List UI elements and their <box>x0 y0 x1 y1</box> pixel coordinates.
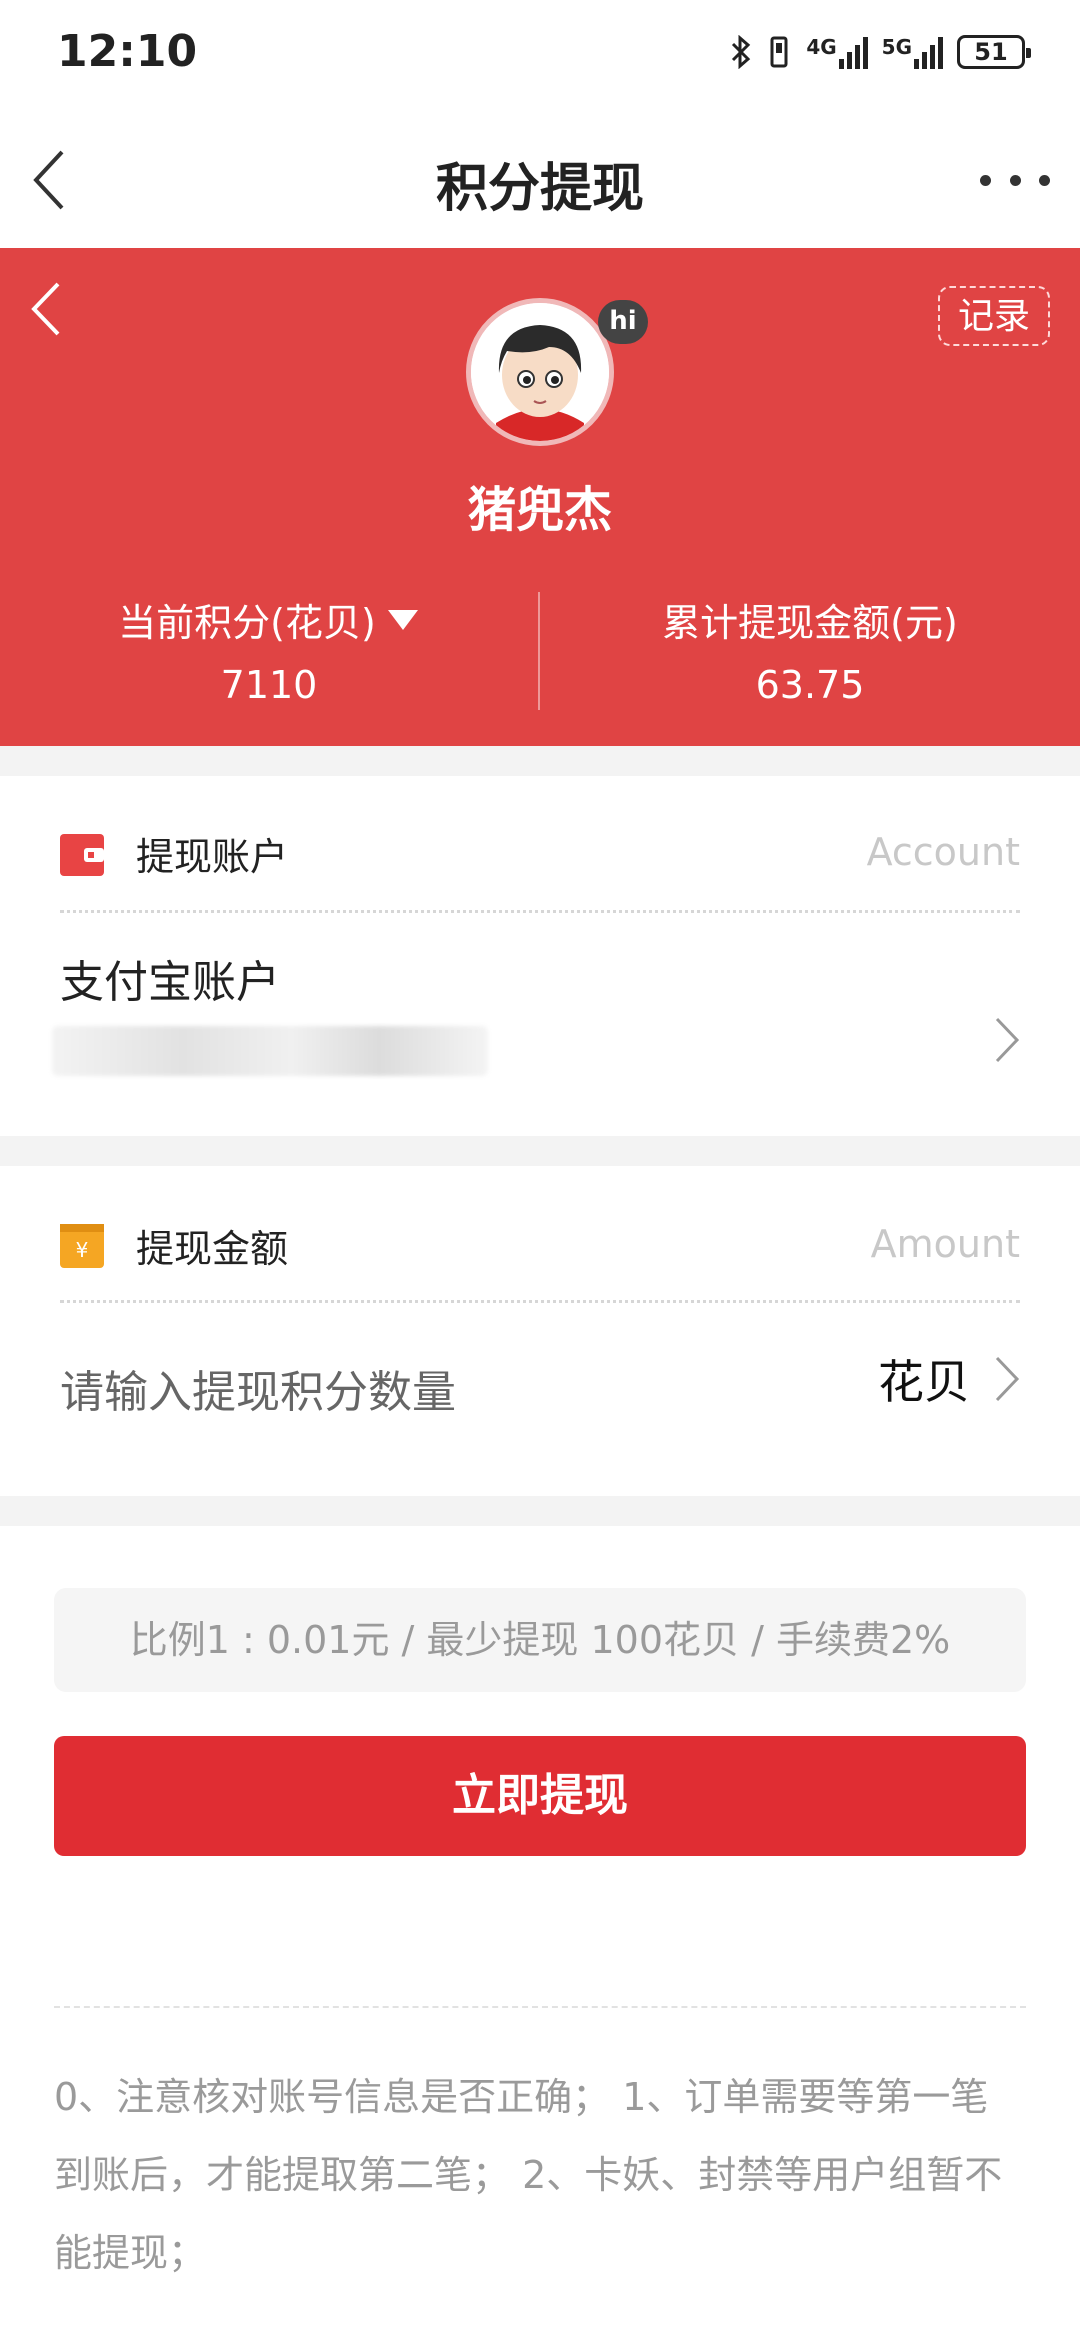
withdraw-button[interactable]: 立即提现 <box>54 1736 1026 1856</box>
current-points-label: 当前积分(花贝) <box>118 601 376 645</box>
account-section: 提现账户 Account 支付宝账户 <box>0 776 1080 1136</box>
vibrate-icon <box>770 36 788 68</box>
divider <box>54 2006 1026 2008</box>
signal-4g: 4G <box>806 35 868 69</box>
hi-badge: hi <box>598 300 648 344</box>
wallet-icon <box>60 834 104 876</box>
signal-icon <box>838 35 868 69</box>
username: 猪兜杰 <box>467 482 612 538</box>
network-label-4g: 4G <box>806 35 837 59</box>
chevron-right-icon <box>995 1017 1020 1063</box>
bluetooth-icon <box>732 35 751 69</box>
notes-text: 0、注意核对账号信息是否正确； 1、订单需要等第一笔到账后，才能提取第二笔； 2… <box>54 2075 1003 2275</box>
amount-input[interactable]: 请输入提现积分数量 <box>60 1356 456 1420</box>
unit-label: 花贝 <box>878 1355 970 1409</box>
battery-icon: 51 <box>957 35 1031 69</box>
battery-level: 51 <box>974 38 1008 66</box>
status-icons: 4G 5G 51 <box>730 30 1031 74</box>
amount-title: 提现金额 <box>136 1227 289 1271</box>
divider <box>60 1300 1020 1303</box>
page-title: 积分提现 <box>435 159 644 219</box>
status-time: 12:10 <box>57 26 198 77</box>
avatar[interactable] <box>466 298 614 446</box>
more-icon[interactable] <box>980 150 1050 210</box>
total-withdrawn-label: 累计提现金额(元) <box>662 601 958 645</box>
header-back-icon[interactable] <box>22 274 72 344</box>
section-gap <box>0 1496 1080 1526</box>
current-points-value: 7110 <box>220 663 318 707</box>
network-label-5g: 5G <box>881 35 912 59</box>
svg-text:¥: ¥ <box>76 1238 89 1262</box>
chevron-right-icon <box>995 1356 1020 1402</box>
total-withdrawn-stat: 累计提现金额(元) 63.75 <box>540 592 1080 707</box>
unit-selector[interactable]: 花贝 <box>878 1346 1022 1412</box>
account-selector[interactable]: 支付宝账户 <box>0 916 1080 1126</box>
dropdown-triangle-icon[interactable] <box>386 608 420 632</box>
rate-info: 比例1 : 0.01元 / 最少提现 100花贝 / 手续费2% <box>54 1588 1026 1692</box>
divider <box>60 910 1020 913</box>
current-points-label-row: 当前积分(花贝) <box>0 592 538 647</box>
current-points-stat[interactable]: 当前积分(花贝) 7110 <box>0 592 538 707</box>
account-title: 提现账户 <box>136 835 289 879</box>
account-method: 支付宝账户 <box>60 957 280 1008</box>
account-number-redacted <box>52 1026 488 1076</box>
amount-subtitle: Amount <box>870 1222 1020 1266</box>
status-bar: 12:10 4G 5G 51 <box>0 0 1080 110</box>
nav-bar: 积分提现 <box>0 110 1080 248</box>
signal-icon <box>914 35 943 69</box>
section-gap <box>0 746 1080 776</box>
record-button[interactable]: 记录 <box>938 286 1050 346</box>
section-gap <box>0 1136 1080 1166</box>
profile-header: 记录 hi 猪兜杰 当前积分(花贝) 7110 累计提现金额(元) 63.75 <box>0 248 1080 746</box>
avatar-cartoon <box>471 303 609 441</box>
total-withdrawn-value: 63.75 <box>755 663 865 707</box>
amount-section: ¥ 提现金额 Amount 请输入提现积分数量 花贝 <box>0 1166 1080 1496</box>
amount-icon: ¥ <box>60 1224 104 1268</box>
signal-5g: 5G <box>882 35 943 69</box>
account-subtitle: Account <box>866 830 1020 874</box>
